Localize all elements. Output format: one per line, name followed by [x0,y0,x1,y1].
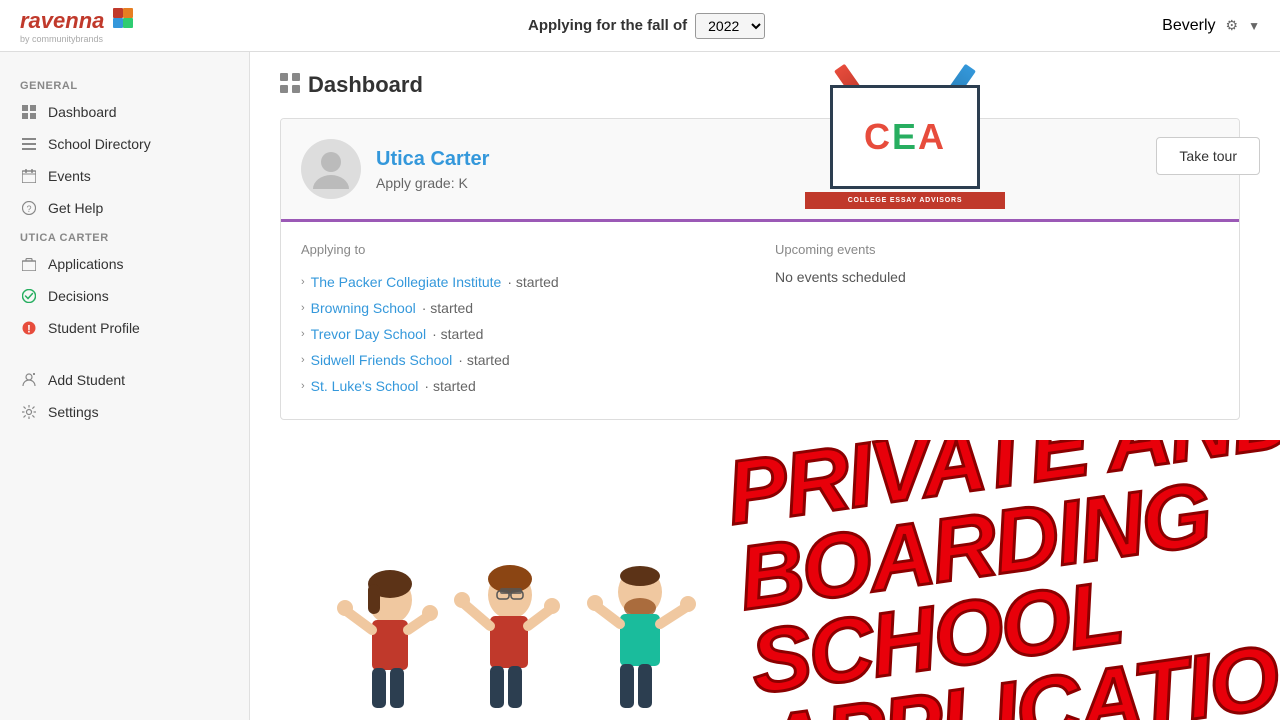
school-status: · started [422,300,473,316]
school-link[interactable]: The Packer Collegiate Institute [311,274,502,290]
sidebar-item-settings[interactable]: Settings [0,396,249,428]
settings-gear-icon [20,403,38,421]
sidebar-item-add-student[interactable]: Add Student [0,364,249,396]
school-status: · started [432,326,483,342]
tutorial-line2: PRIVATE AND BOARDING [722,440,1280,622]
list-item[interactable]: › Sidwell Friends School · started [301,347,745,373]
sidebar-item-label: Dashboard [48,104,117,120]
sidebar-item-dashboard[interactable]: Dashboard [0,96,249,128]
sidebar-item-label: Student Profile [48,320,140,336]
chevron-right-icon: › [301,380,305,392]
tutorial-line1: RAVENNA TUTORIAL FOR [698,440,1280,453]
alert-circle-icon: ! [20,319,38,337]
applying-to-label: Applying to [301,242,745,257]
dashboard-icon [280,73,300,98]
logo-area: ravenna by communitybrands [20,8,131,44]
sidebar-item-label: School Directory [48,136,151,152]
school-link[interactable]: St. Luke's School [311,378,419,394]
ravenna-logo: ravenna by communitybrands [20,8,131,44]
sidebar-item-label: Add Student [48,372,125,388]
briefcase-icon [20,255,38,273]
sidebar-item-applications[interactable]: Applications [0,248,249,280]
sidebar-item-get-help[interactable]: ? Get Help [0,192,249,224]
school-link[interactable]: Sidwell Friends School [311,352,453,368]
list-item[interactable]: › Browning School · started [301,295,745,321]
check-circle-icon [20,287,38,305]
list-item[interactable]: › Trevor Day School · started [301,321,745,347]
chevron-right-icon: › [301,328,305,340]
school-status: · started [424,378,475,394]
cea-ribbon: COLLEGE ESSAY ADVISORS [805,192,1005,209]
profile-name: Utica Carter [376,148,489,171]
svg-text:?: ? [26,204,31,214]
upcoming-events-label: Upcoming events [775,242,1219,257]
school-status: · started [458,352,509,368]
applying-label: Applying for the fall of [528,17,687,34]
svg-text:!: ! [27,324,31,336]
take-tour-button[interactable]: Take tour [1156,137,1260,175]
list-item[interactable]: › St. Luke's School · started [301,373,745,399]
upcoming-events-section: Upcoming events No events scheduled [775,242,1219,399]
user-name: Beverly [1162,17,1215,35]
sidebar-item-label: Settings [48,404,99,420]
dashboard-title-row: Dashboard [280,72,1250,98]
sidebar-item-decisions[interactable]: Decisions [0,280,249,312]
grid-icon [20,103,38,121]
general-section-label: GENERAL [0,72,249,96]
app-header: ravenna by communitybrands Applying for … [0,0,1280,52]
ravenna-wordmark: ravenna [20,8,131,34]
header-center: Applying for the fall of 2022 2023 [528,13,765,39]
sidebar-item-school-directory[interactable]: School Directory [0,128,249,160]
sidebar: GENERAL Dashboard School Directory Event… [0,52,250,720]
avatar [301,139,361,199]
cea-badge: CEA COLLEGE ESSAY ADVISORS [800,57,1010,217]
main-content: CEA COLLEGE ESSAY ADVISORS Take tour Das… [250,52,1280,720]
chevron-down-icon[interactable]: ▼ [1248,19,1260,33]
list-icon [20,135,38,153]
sidebar-item-student-profile[interactable]: ! Student Profile [0,312,249,344]
school-link[interactable]: Trevor Day School [311,326,426,342]
applying-to-section: Applying to › The Packer Collegiate Inst… [301,242,745,399]
list-item[interactable]: › The Packer Collegiate Institute · star… [301,269,745,295]
chevron-right-icon: › [301,276,305,288]
chevron-right-icon: › [301,302,305,314]
chevron-right-icon: › [301,354,305,366]
header-right: Beverly ⚙ ▼ [1162,17,1260,35]
tutorial-overlay: RAVENNA TUTORIAL FOR PRIVATE AND BOARDIN… [250,440,1280,720]
profile-header: Utica Carter Apply grade: K [281,119,1239,222]
help-icon: ? [20,199,38,217]
calendar-icon [20,167,38,185]
page-title: Dashboard [308,72,423,98]
tutorial-text: RAVENNA TUTORIAL FOR PRIVATE AND BOARDIN… [698,440,1280,720]
sidebar-item-label: Decisions [48,288,109,304]
profile-card: Utica Carter Apply grade: K Applying to … [280,118,1240,420]
dashboard-body: Applying to › The Packer Collegiate Inst… [281,222,1239,419]
profile-grade: Apply grade: K [376,175,489,191]
user-section-label: UTICA CARTER [0,224,249,248]
characters-illustration [290,500,710,720]
cea-a: A [918,116,946,157]
sidebar-item-events[interactable]: Events [0,160,249,192]
gear-icon[interactable]: ⚙ [1226,17,1239,34]
sidebar-item-label: Events [48,168,91,184]
layout: GENERAL Dashboard School Directory Event… [0,52,1280,720]
dashboard-area: Dashboard Utica Carter Apply grade: K [250,52,1280,440]
tutorial-line3: SCHOOL APPLICATIONS [746,514,1280,720]
year-select[interactable]: 2022 2023 [695,13,765,39]
no-events-text: No events scheduled [775,269,1219,285]
cea-e: E [892,116,918,157]
person-icon [20,371,38,389]
school-link[interactable]: Browning School [311,300,416,316]
sidebar-item-label: Applications [48,256,124,272]
community-brands-label: by communitybrands [20,34,131,44]
sidebar-item-label: Get Help [48,200,103,216]
cea-c: C [864,116,892,157]
school-status: · started [507,274,558,290]
